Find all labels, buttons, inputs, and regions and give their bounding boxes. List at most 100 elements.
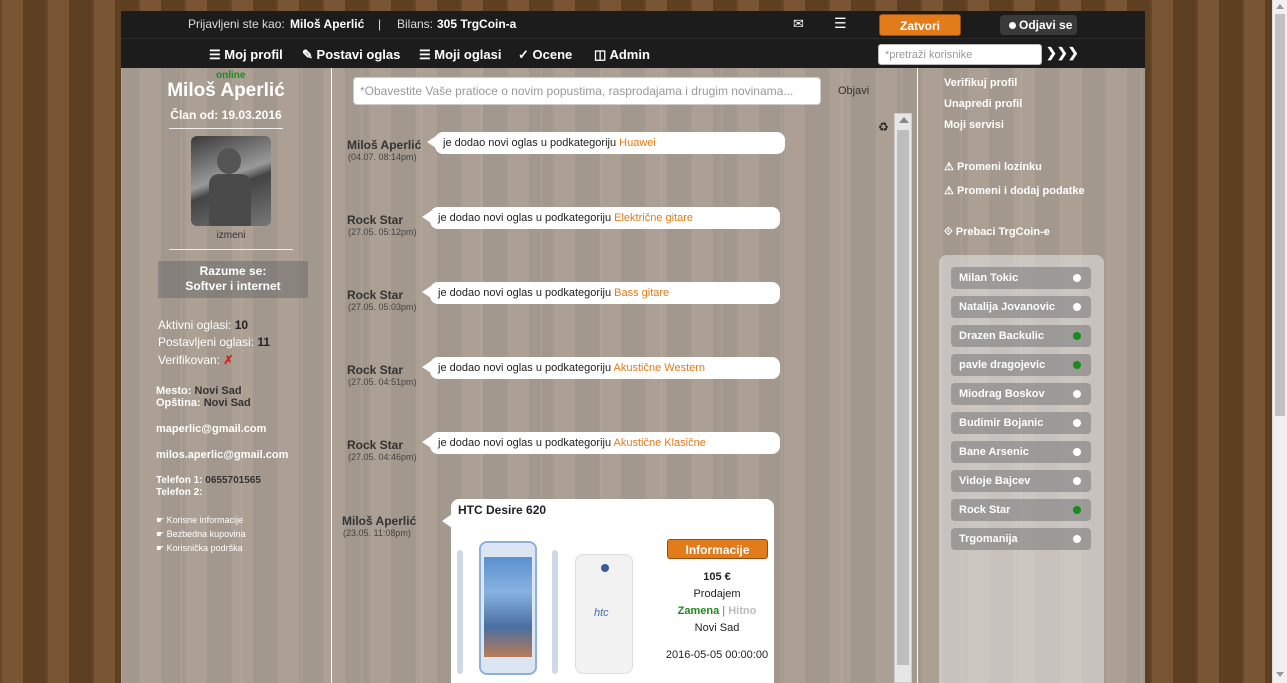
ad-title[interactable]: HTC Desire 620 (458, 503, 546, 517)
followed-users-panel: Milan Tokic Natalija Jovanovic Drazen Ba… (939, 255, 1104, 683)
phone-back-image: htc (575, 554, 633, 674)
mail-icon[interactable]: ✉ (793, 16, 804, 32)
feed-category-link[interactable]: Akustične Klasične (614, 437, 706, 449)
feed-author[interactable]: Rock Star (347, 213, 403, 227)
verified-row: Verifikovan: ✗ (158, 353, 233, 367)
phone2-label: Telefon 2: (156, 487, 203, 498)
transfer-coins-label: Prebaci TrgCoin-e (955, 226, 1050, 238)
change-password-link[interactable]: ⚠ Promeni lozinku (944, 160, 1042, 173)
offline-status-icon (1073, 274, 1081, 282)
feed-text: je dodao novi oglas u podkategoriju (438, 287, 612, 299)
feed-category-link[interactable]: Akustične Western (614, 362, 706, 374)
check-icon: ✓ (518, 47, 529, 62)
scroll-thumb[interactable] (897, 130, 909, 665)
followed-user-name: Trgomanija (959, 533, 1018, 545)
offline-status-icon (1073, 419, 1081, 427)
feed-author[interactable]: Rock Star (347, 288, 403, 302)
offline-status-icon (1073, 390, 1081, 398)
followed-user-item[interactable]: Budimir Bojanic (951, 412, 1091, 434)
posted-ads-row: Postavljeni oglasi: 11 (158, 335, 270, 349)
nav-post-ad[interactable]: ✎ Postavi oglas (302, 47, 400, 63)
avatar-head (217, 148, 241, 174)
phone1-value: 0655701565 (205, 475, 261, 486)
logged-user-name[interactable]: Miloš Aperlić (290, 17, 364, 31)
profile-sidebar: online Miloš Aperlić Član od: 19.03.2016… (121, 68, 331, 683)
profile-name: Miloš Aperlić (167, 80, 285, 101)
nav-my-ads-label: Moji oglasi (434, 47, 502, 62)
top-bar: Prijavljeni ste kao: Miloš Aperlić | Bil… (121, 11, 1145, 68)
nav-my-ads[interactable]: ☰ Moji oglasi (419, 47, 501, 63)
announcement-input[interactable]: *Obavestite Vaše pratioce o novim popust… (353, 77, 821, 105)
info-button[interactable]: Informacije (667, 539, 768, 559)
nav-ratings[interactable]: ✓ Ocene (518, 47, 572, 63)
feed-category-link[interactable]: Huawei (619, 137, 656, 149)
followed-user-item[interactable]: pavle dragojevic (951, 354, 1091, 376)
bubble-pointer (442, 514, 452, 528)
scroll-down-icon[interactable] (1276, 672, 1284, 677)
offline-status-icon (1073, 477, 1081, 485)
verify-profile-link[interactable]: Verifikuj profil (944, 77, 1017, 89)
safe-shopping-link[interactable]: ☛ Bezbedna kupovina (156, 529, 246, 540)
feed-bubble: je dodao novi oglas u podkategoriju Akus… (422, 357, 780, 379)
feed-date: (27.05. 05:03pm) (348, 302, 417, 312)
page-scroll-thumb[interactable] (1275, 14, 1285, 416)
transfer-coins-link[interactable]: ⟐ Prebaci TrgCoin-e (944, 226, 1050, 239)
avatar-body (209, 174, 251, 226)
support-link[interactable]: ☛ Korisnička podrška (156, 543, 243, 554)
ad-card[interactable]: HTC Desire 620 htc Informacije 105 € Pro… (442, 499, 774, 683)
followed-user-item[interactable]: Rock Star (951, 499, 1091, 521)
feed-category-link[interactable]: Električne gitare (614, 212, 693, 224)
menu-icon[interactable]: ☰ (834, 15, 847, 32)
nav-admin[interactable]: ◫ Admin (594, 47, 650, 63)
feed-bubble: je dodao novi oglas u podkategoriju Bass… (422, 282, 780, 304)
change-data-link[interactable]: ⚠ Promeni i dodaj podatke (944, 184, 1085, 197)
main-nav: ☰ Moj profil ✎ Postavi oglas ☰ Moji ogla… (121, 40, 1145, 68)
user-search-input[interactable]: *pretraži korisnike (878, 44, 1042, 65)
nav-ratings-label: Ocene (532, 47, 573, 62)
municipality-label: Opština: (156, 397, 201, 409)
publish-button[interactable]: Objavi (838, 85, 869, 97)
phone-front-image (479, 541, 537, 675)
member-prefix: Član od: (170, 108, 219, 122)
divider (169, 249, 293, 250)
email-primary[interactable]: maperlic@gmail.com (156, 423, 266, 435)
edit-link[interactable]: izmeni (121, 230, 341, 241)
info-link[interactable]: ☛ Korisne informacije (156, 515, 243, 526)
my-services-link[interactable]: Moji servisi (944, 119, 1004, 131)
scroll-up-icon[interactable] (899, 117, 909, 123)
followed-user-item[interactable]: Milan Tokic (951, 267, 1091, 289)
close-button[interactable]: Zatvori (879, 14, 961, 36)
feed-author[interactable]: Rock Star (347, 363, 403, 377)
balance-value: 305 TrgCoin-a (437, 17, 517, 31)
email-secondary[interactable]: milos.aperlic@gmail.com (156, 449, 288, 461)
followed-user-item[interactable]: Miodrag Boskov (951, 383, 1091, 405)
followed-user-name: Bane Arsenic (959, 446, 1029, 458)
active-ads-value: 10 (234, 318, 249, 332)
ad-flags: Zamena | Hitno (661, 605, 773, 617)
feed-text: je dodao novi oglas u podkategoriju (438, 362, 612, 374)
feed-category-link[interactable]: Bass gitare (614, 287, 669, 299)
balance-label: Bilans: (397, 17, 434, 31)
followed-user-item[interactable]: Vidoje Bajcev (951, 470, 1091, 492)
followed-user-item[interactable]: Drazen Backulic (951, 325, 1091, 347)
phone1-row: Telefon 1: 0655701565 (156, 475, 261, 486)
nav-my-profile[interactable]: ☰ Moj profil (209, 47, 283, 63)
feed-author[interactable]: Miloš Aperlić (347, 138, 421, 152)
page-scrollbar[interactable] (1272, 0, 1287, 683)
followed-user-item[interactable]: Bane Arsenic (951, 441, 1091, 463)
scroll-up-icon[interactable] (1276, 4, 1284, 9)
feed-text: je dodao novi oglas u podkategoriju (438, 212, 612, 224)
refresh-icon[interactable]: ♻ (878, 120, 889, 134)
followed-user-item[interactable]: Natalija Jovanovic (951, 296, 1091, 318)
upgrade-profile-link[interactable]: Unapredi profil (944, 98, 1022, 110)
posted-ads-value: 11 (257, 335, 271, 349)
feed-author[interactable]: Rock Star (347, 438, 403, 452)
search-arrows-icon[interactable]: ❯❯❯ (1046, 45, 1079, 61)
logout-button[interactable]: Odjavi se (1000, 15, 1077, 35)
nav-my-profile-label: Moj profil (224, 47, 283, 62)
followed-user-name: Milan Tokic (959, 272, 1019, 284)
followed-user-item[interactable]: Trgomanija (951, 528, 1091, 550)
feed-scrollbar[interactable] (894, 113, 912, 683)
online-status-icon (1073, 361, 1081, 369)
card-author[interactable]: Miloš Aperlić (342, 514, 416, 528)
